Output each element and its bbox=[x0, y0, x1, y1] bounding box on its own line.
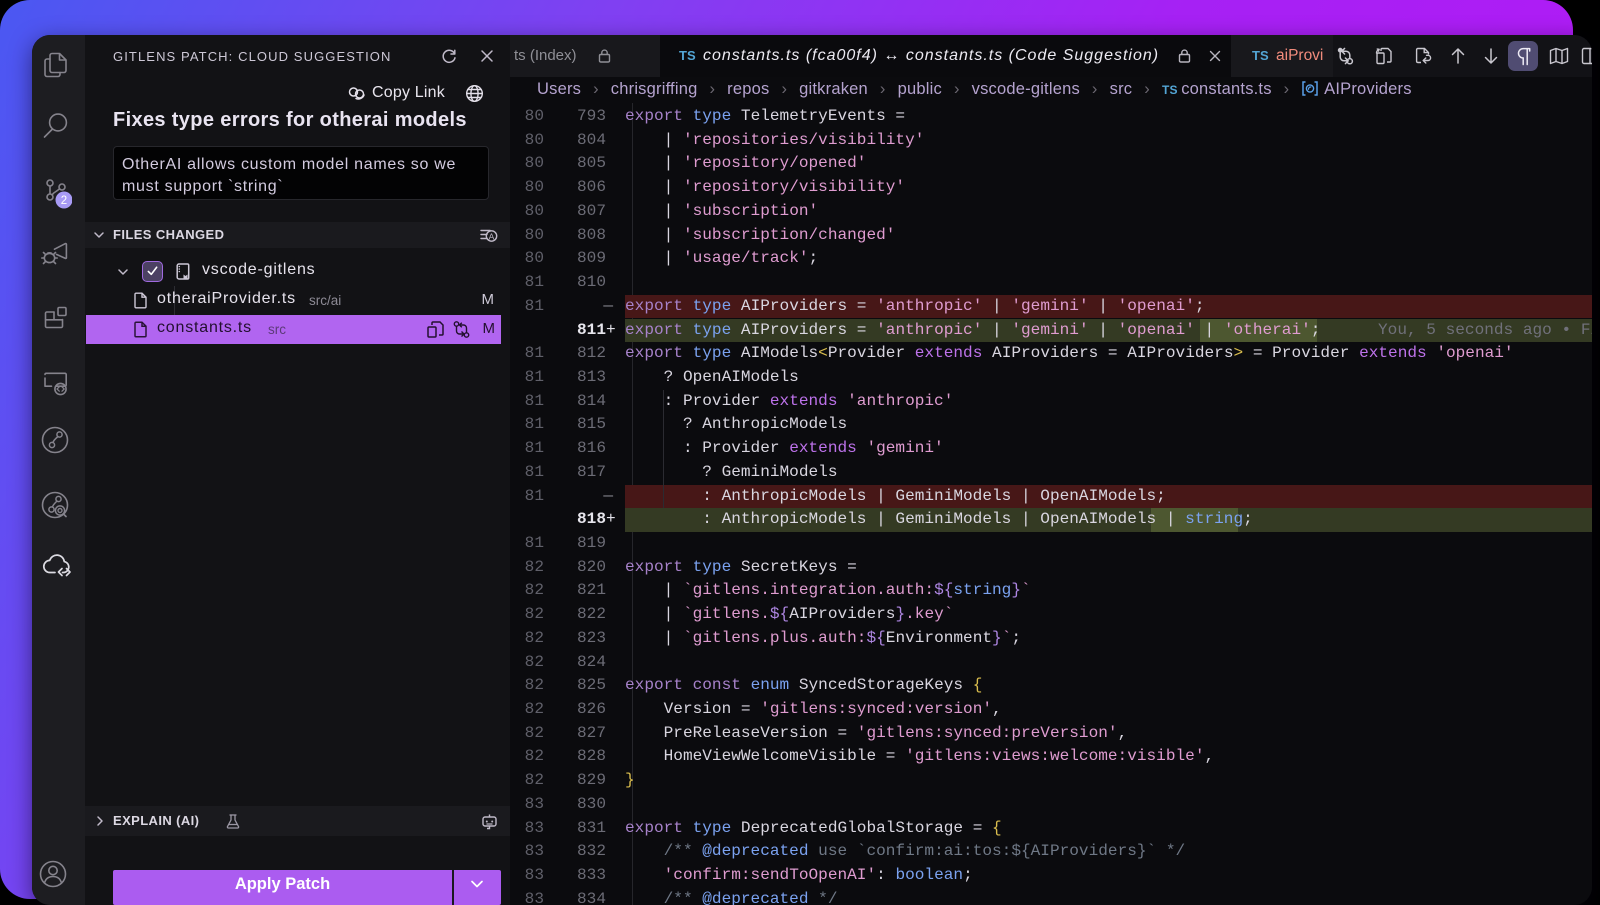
svg-text:2: 2 bbox=[61, 195, 67, 207]
svg-text:A: A bbox=[489, 232, 495, 242]
